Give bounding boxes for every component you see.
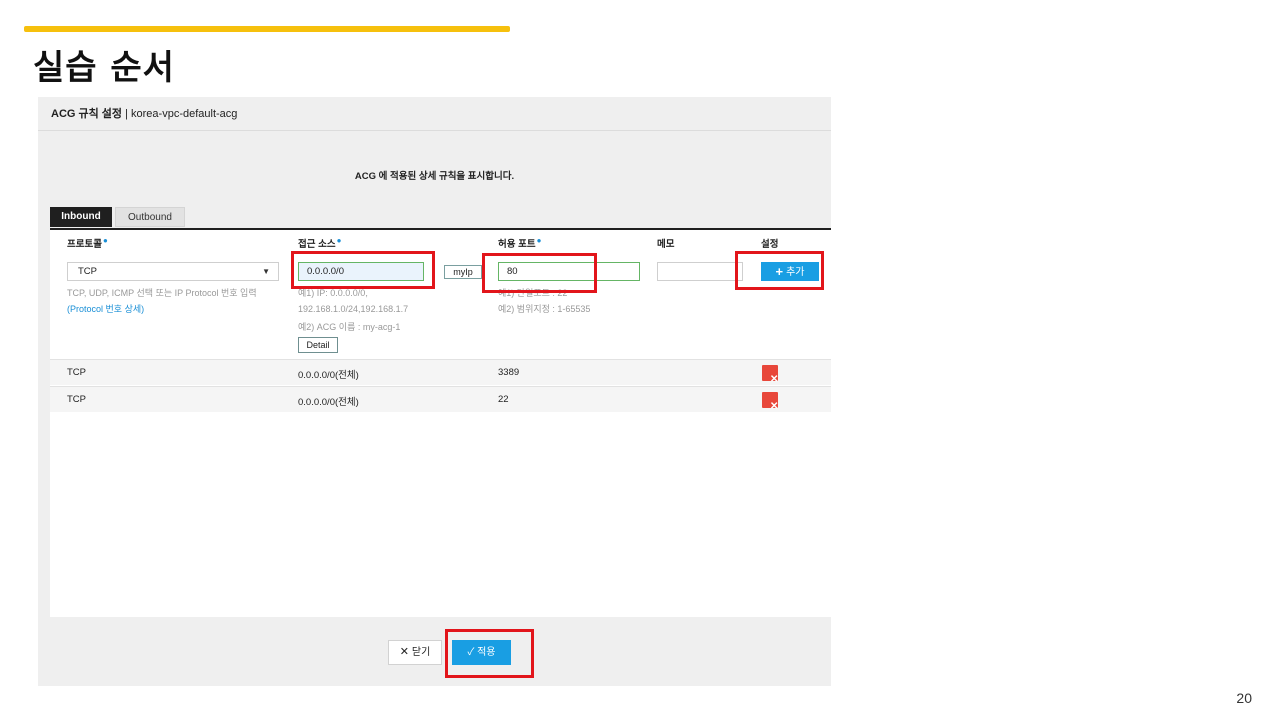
slide-title: 실습 순서 (33, 48, 175, 88)
page-number: 20 (1236, 690, 1252, 706)
table-row: TCP 0.0.0.0/0(전체) 3389 ✕ (50, 359, 831, 385)
dialog-title: ACG 규칙 설정 | korea-vpc-default-acg (51, 105, 237, 121)
row-protocol: TCP (67, 367, 86, 378)
protocol-hint-text: TCP, UDP, ICMP 선택 또는 IP Protocol 번호 입력 (67, 288, 257, 298)
protocol-number-link[interactable]: (Protocol 번호 상세) (67, 301, 257, 317)
highlight-apply-button (445, 629, 534, 678)
row-source: 0.0.0.0/0(전체) (298, 397, 359, 408)
header-setting: 설정 (761, 239, 779, 250)
header-protocol-label: 프로토콜 (67, 239, 102, 250)
dialog-title-label: ACG 규칙 설정 (51, 108, 123, 120)
protocol-select-value: TCP (78, 266, 97, 277)
close-button[interactable]: ✕ 닫기 (388, 640, 442, 665)
source-hint: 예1) IP: 0.0.0.0/0, 192.168.1.0/24,192.16… (298, 285, 408, 335)
highlight-source-input (291, 251, 435, 289)
protocol-hint: TCP, UDP, ICMP 선택 또는 IP Protocol 번호 입력 (… (67, 285, 257, 317)
chevron-down-icon: ▼ (262, 267, 270, 276)
protocol-select[interactable]: TCP ▼ (67, 262, 279, 281)
delete-rule-button[interactable]: ✕ (762, 365, 778, 385)
close-label: 닫기 (411, 647, 431, 658)
myip-button[interactable]: myIp (444, 265, 482, 279)
header-port-label: 허용 포트 (498, 239, 536, 250)
header-port: 허용 포트● (498, 236, 541, 250)
required-dot-icon: ● (536, 236, 542, 245)
detail-button[interactable]: Detail (298, 337, 338, 353)
row-source: 0.0.0.0/0(전체) (298, 370, 359, 381)
close-icon: ✕ (770, 401, 779, 412)
dialog-title-acg-name: korea-vpc-default-acg (131, 108, 238, 120)
tab-outbound[interactable]: Outbound (115, 207, 185, 227)
highlight-port-input (482, 253, 597, 293)
row-protocol: TCP (67, 394, 86, 405)
header-source-label: 접근 소스 (298, 239, 336, 250)
header-source: 접근 소스● (298, 236, 341, 250)
close-icon: ✕ (399, 646, 409, 658)
port-hint-line: 예2) 범위지정 : 1-65535 (498, 304, 591, 314)
dialog-header: ACG 규칙 설정 | korea-vpc-default-acg (38, 97, 831, 131)
delete-rule-button[interactable]: ✕ (762, 392, 778, 412)
row-port: 3389 (498, 367, 520, 378)
memo-input[interactable] (657, 262, 743, 281)
source-hint-line: 예2) ACG 이름 : my-acg-1 (298, 322, 401, 332)
highlight-add-button (735, 251, 824, 290)
required-dot-icon: ● (102, 236, 108, 245)
acg-rule-dialog: ACG 규칙 설정 | korea-vpc-default-acg ACG 에 … (38, 97, 831, 686)
header-memo: 메모 (657, 239, 675, 250)
row-port: 22 (498, 394, 509, 405)
rules-panel: 프로토콜● 접근 소스● 허용 포트● 메모 설정 TCP ▼ TCP, UDP… (50, 228, 831, 617)
source-hint-line: 192.168.1.0/24,192.168.1.7 (298, 304, 409, 314)
dialog-title-separator: | (122, 108, 132, 120)
header-protocol: 프로토콜● (67, 236, 108, 250)
dialog-description: ACG 에 적용된 상세 규칙을 표시합니다. (354, 171, 515, 182)
table-row: TCP 0.0.0.0/0(전체) 22 ✕ (50, 386, 831, 412)
required-dot-icon: ● (336, 236, 342, 245)
tab-inbound[interactable]: Inbound (50, 207, 112, 227)
title-accent-bar (24, 26, 510, 32)
